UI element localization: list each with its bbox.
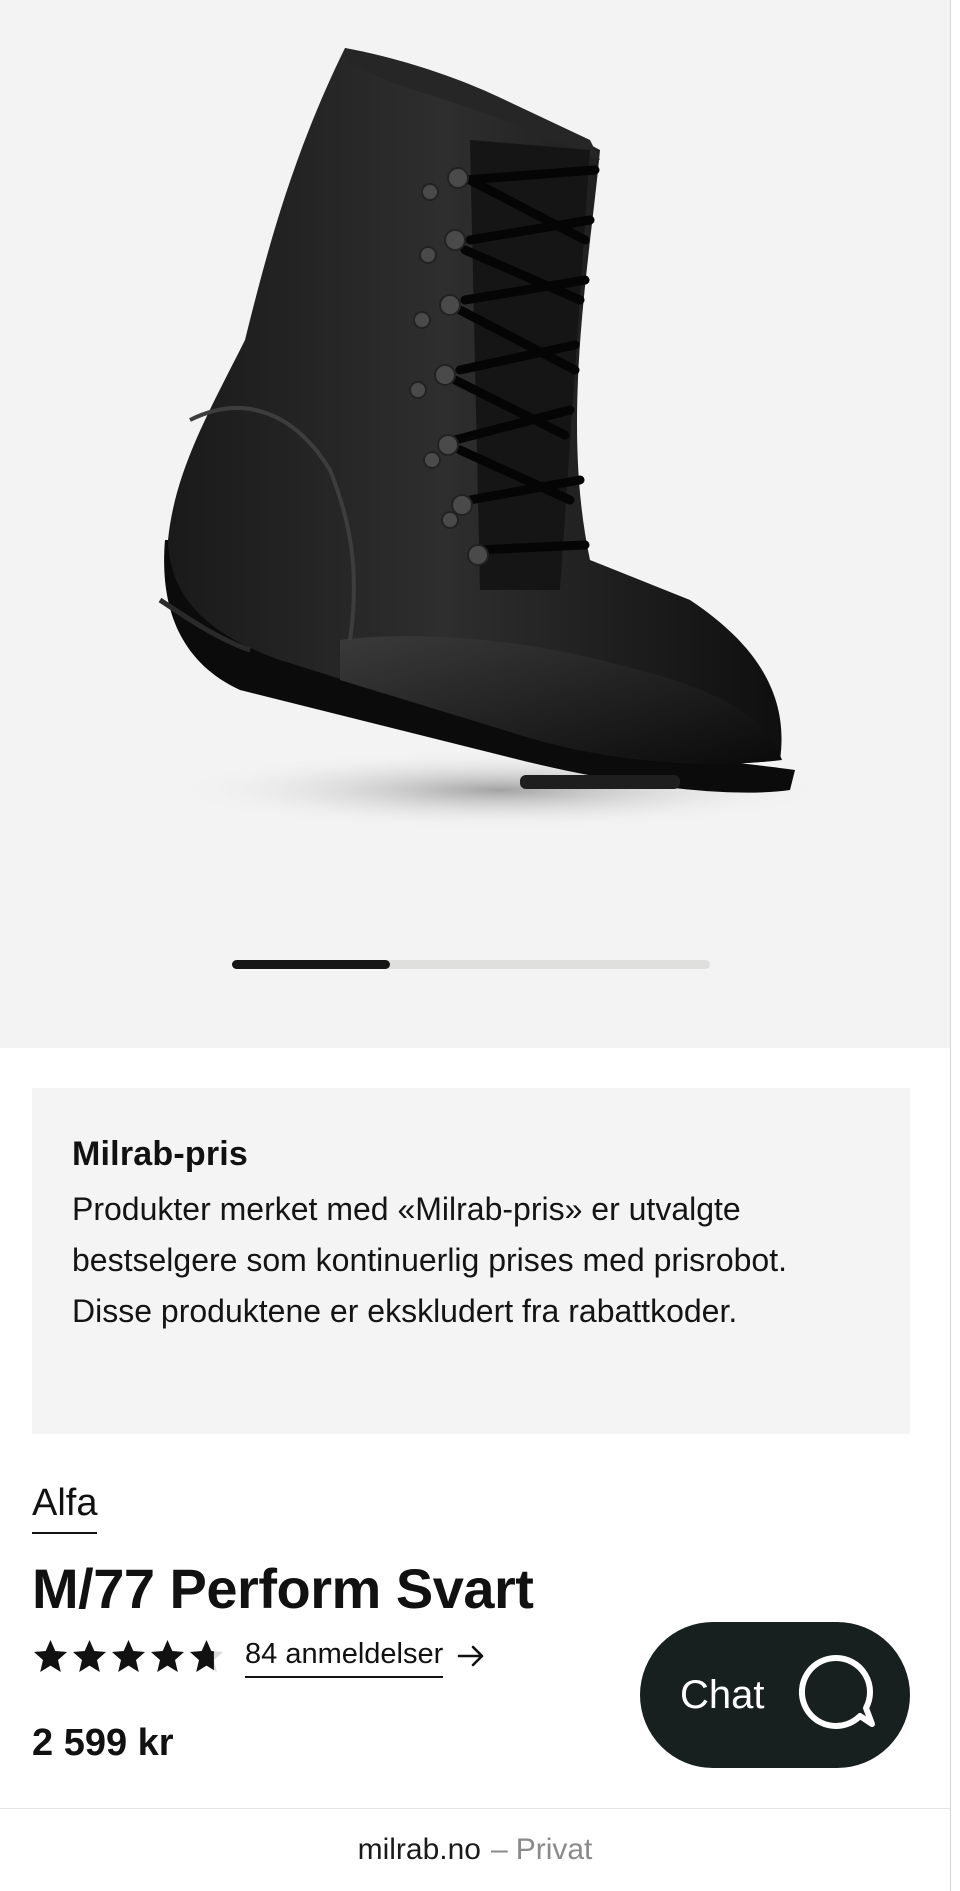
rating-stars [32, 1638, 225, 1675]
product-title: M/77 Perform Svart [32, 1557, 534, 1620]
info-box-text: Produkter merket med «Milrab-pris» er ut… [72, 1191, 787, 1329]
page-edge-divider [950, 0, 960, 1891]
arrow-right-icon [457, 1645, 484, 1667]
brand-link[interactable]: Alfa [32, 1478, 98, 1534]
chat-bubble-icon [798, 1654, 875, 1729]
product-price: 2 599 kr [32, 1722, 174, 1764]
star-icon [34, 1639, 67, 1672]
product-rating: 84 anmeldelser [32, 1634, 487, 1678]
image-slider-track[interactable] [232, 960, 710, 969]
image-slider-progress [232, 960, 390, 969]
browser-url-bar[interactable]: milrab.no – Privat [0, 1808, 950, 1891]
milrab-price-info-box: Milrab-pris Produkter merket med «Milrab… [32, 1088, 910, 1434]
url-domain: milrab.no [357, 1833, 481, 1866]
product-image[interactable] [0, 0, 950, 900]
star-icon [190, 1639, 223, 1672]
private-mode-label: Privat [515, 1833, 593, 1866]
chat-button-label: Chat [680, 1672, 765, 1717]
product-image-gallery[interactable] [0, 0, 950, 1048]
star-icon [112, 1639, 145, 1672]
info-box-title: Milrab-pris [72, 1135, 249, 1173]
reviews-link[interactable]: 84 anmeldelser [245, 1634, 487, 1678]
reviews-count-label: 84 anmeldelser [245, 1634, 444, 1678]
url-separator: – [491, 1833, 508, 1866]
star-icon [73, 1639, 106, 1672]
star-icon [151, 1639, 184, 1672]
